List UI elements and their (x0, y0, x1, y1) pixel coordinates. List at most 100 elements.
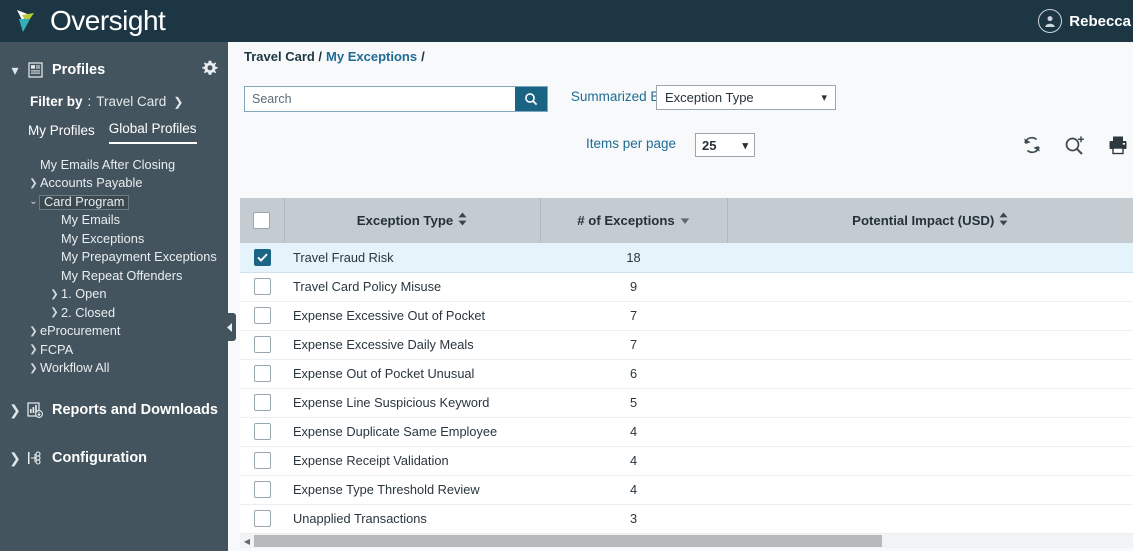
tree-item[interactable]: My Repeat Offenders (0, 267, 228, 286)
filter-by-value: Travel Card (96, 94, 167, 109)
profiles-icon (24, 62, 46, 78)
table-row[interactable]: Travel Fraud Risk 18 (240, 243, 1133, 273)
column-header-exception-type[interactable]: Exception Type (284, 198, 541, 243)
summarized-by-value: Exception Type (665, 90, 754, 105)
breadcrumb-current[interactable]: My Exceptions (326, 49, 417, 64)
advanced-search-icon[interactable] (1063, 134, 1087, 156)
tree-item-label: My Repeat Offenders (61, 267, 183, 283)
table-row[interactable]: Expense Line Suspicious Keyword 5 (240, 388, 1133, 418)
cell-potential-impact (727, 475, 1133, 505)
table-row[interactable]: Expense Duplicate Same Employee 4 (240, 417, 1133, 447)
sidebar-item-reports[interactable]: ❯ Reports and Downloads (0, 392, 228, 428)
sidebar-item-configuration[interactable]: ❯ Configuration (0, 440, 228, 476)
tree-item[interactable]: My Prepayment Exceptions (0, 249, 228, 268)
chevron-right-icon[interactable]: ❯ (48, 289, 61, 300)
sidebar-item-profiles[interactable]: ▾ Profiles (0, 52, 228, 88)
row-select-cell[interactable] (240, 301, 284, 331)
row-checkbox[interactable] (253, 510, 271, 528)
row-checkbox[interactable] (253, 278, 271, 296)
row-select-cell[interactable] (240, 272, 284, 302)
table-row[interactable]: Travel Card Policy Misuse 9 (240, 272, 1133, 302)
table-row[interactable]: Expense Out of Pocket Unusual 6 (240, 359, 1133, 389)
cell-num-exceptions: 4 (540, 446, 727, 476)
cell-potential-impact (727, 272, 1133, 302)
tree-item-label: FCPA (40, 341, 74, 357)
chevron-right-icon[interactable]: ❯ (27, 178, 40, 189)
row-checkbox[interactable] (253, 452, 271, 470)
search-input[interactable] (245, 87, 515, 111)
row-select-cell[interactable] (240, 243, 284, 273)
toolbar: Summarized By Exception Type ▾ Items per… (228, 64, 1133, 162)
summarized-by-select[interactable]: Exception Type ▾ (656, 85, 836, 110)
column-header-num-exceptions[interactable]: # of Exceptions (540, 198, 728, 243)
row-checkbox[interactable] (253, 481, 271, 499)
chevron-right-icon[interactable]: ❯ (27, 363, 40, 374)
cell-exception-type: Expense Excessive Out of Pocket (284, 301, 540, 331)
refresh-icon[interactable] (1021, 134, 1043, 156)
row-select-cell[interactable] (240, 504, 284, 534)
cell-potential-impact (727, 504, 1133, 534)
row-checkbox[interactable] (253, 365, 271, 383)
row-select-cell[interactable] (240, 475, 284, 505)
chevron-right-icon[interactable]: ❯ (27, 345, 40, 355)
items-per-page-select[interactable]: 25 ▾ (695, 133, 755, 157)
tree-item[interactable]: My Exceptions (0, 230, 228, 249)
row-checkbox[interactable] (253, 423, 271, 441)
tree-item-label: My Exceptions (61, 230, 145, 246)
row-select-cell[interactable] (240, 446, 284, 476)
app-header: Oversight Rebecca (0, 0, 1133, 42)
table-row[interactable]: Expense Excessive Daily Meals 7 (240, 330, 1133, 360)
row-select-cell[interactable] (240, 359, 284, 389)
sidebar-collapse-handle[interactable] (224, 313, 236, 341)
tree-item-label: 1. Open (61, 286, 107, 302)
chevron-right-icon[interactable]: ❯ (173, 95, 183, 109)
scrollbar-track[interactable] (254, 535, 1133, 547)
table-row[interactable]: Expense Excessive Out of Pocket 7 (240, 301, 1133, 331)
tree-item[interactable]: My Emails After Closing (0, 156, 228, 175)
row-checkbox[interactable] (253, 248, 271, 266)
select-all-checkbox[interactable] (253, 212, 271, 229)
filter-by-row[interactable]: Filter by : Travel Card ❯ (0, 88, 228, 115)
row-select-cell[interactable] (240, 388, 284, 418)
column-header-select-all[interactable] (240, 198, 285, 243)
row-select-cell[interactable] (240, 417, 284, 447)
search-button[interactable] (515, 87, 547, 111)
user-menu[interactable]: Rebecca (1038, 0, 1133, 42)
gear-icon[interactable] (202, 60, 218, 81)
tab-my-profiles[interactable]: My Profiles (28, 123, 95, 144)
row-checkbox[interactable] (253, 307, 271, 325)
chevron-right-icon[interactable]: ❯ (48, 308, 61, 318)
application-window: Oversight Rebecca ▾ Profiles Filter by:… (0, 0, 1133, 551)
table-row[interactable]: Expense Type Threshold Review 4 (240, 475, 1133, 505)
tree-item[interactable]: ❯ eProcurement (0, 323, 228, 342)
tree-item[interactable]: ❯ 1. Open (0, 286, 228, 305)
chevron-down-icon: ▾ (742, 139, 748, 152)
scroll-left-icon[interactable]: ◀ (240, 537, 254, 546)
horizontal-scrollbar[interactable]: ◀ (240, 534, 1133, 548)
cell-num-exceptions: 6 (540, 359, 727, 389)
row-checkbox[interactable] (253, 394, 271, 412)
print-icon[interactable] (1107, 134, 1129, 156)
cell-exception-type: Unapplied Transactions (284, 504, 540, 534)
tab-global-profiles[interactable]: Global Profiles (108, 121, 197, 144)
chevron-right-icon[interactable]: ❯ (27, 326, 40, 337)
table-row[interactable]: Expense Receipt Validation 4 (240, 446, 1133, 476)
tree-item[interactable]: My Emails (0, 212, 228, 231)
scrollbar-thumb[interactable] (254, 535, 882, 547)
breadcrumb-root[interactable]: Travel Card / (244, 49, 322, 64)
tree-item[interactable]: ❯ Workflow All (0, 360, 228, 379)
column-header-potential-impact[interactable]: Potential Impact (USD) (727, 198, 1133, 243)
cell-num-exceptions: 9 (540, 272, 727, 302)
cell-num-exceptions: 18 (540, 243, 727, 273)
row-select-cell[interactable] (240, 330, 284, 360)
row-checkbox[interactable] (253, 336, 271, 354)
tree-item[interactable]: ❯ Accounts Payable (0, 175, 228, 194)
tree-item[interactable]: ⌄ Card Program (0, 193, 228, 212)
search-box (244, 86, 548, 112)
table-row[interactable]: Unapplied Transactions 3 (240, 504, 1133, 534)
tree-item-label: My Prepayment Exceptions (61, 249, 217, 265)
tree-item[interactable]: ❯ FCPA (0, 341, 228, 360)
filter-separator: : (87, 94, 92, 109)
tree-item[interactable]: ❯ 2. Closed (0, 304, 228, 323)
logo[interactable]: Oversight (0, 5, 166, 37)
